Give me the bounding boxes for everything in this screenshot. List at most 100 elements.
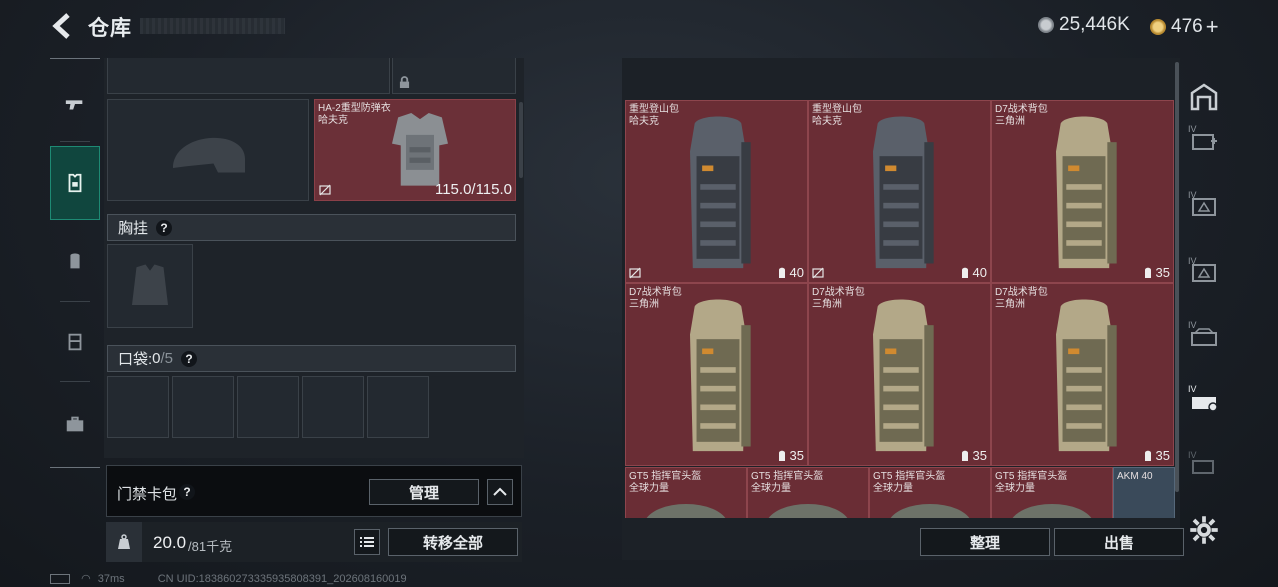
container-tier-4[interactable]: IV [1186, 316, 1222, 356]
tab-rig[interactable] [50, 312, 100, 372]
armor-info: HA-2重型防弹衣 哈夫克 [318, 103, 391, 127]
item-name: AKM 40 [1117, 471, 1153, 482]
armor-slot[interactable]: HA-2重型防弹衣 哈夫克 115.0/115.0 [314, 99, 516, 201]
settings-button[interactable] [1186, 510, 1222, 550]
stash-weapon-item[interactable]: AKM 40 [1113, 467, 1175, 518]
collapse-button[interactable] [487, 479, 513, 505]
capacity-indicator: 35 [960, 448, 987, 463]
backpack-image [873, 116, 934, 269]
silver-amount: 25,446K [1059, 14, 1130, 35]
list-view-button[interactable] [354, 529, 380, 555]
capacity-value: 35 [972, 448, 987, 463]
stash-backpack-item[interactable]: 重型登山包 哈夫克 40 [625, 100, 808, 283]
backpack-capacity-icon [961, 450, 968, 461]
backpack-image [1056, 299, 1117, 452]
capacity-indicator: 35 [1143, 265, 1170, 280]
stash-scrollbar[interactable] [1175, 62, 1179, 492]
backpack-image [690, 299, 751, 452]
chest-rig-label: 胸挂 [118, 220, 149, 237]
capacity-indicator: 35 [777, 448, 804, 463]
stash-backpack-item[interactable]: D7战术背包 三角洲 35 [625, 283, 808, 466]
helmet-placeholder-icon [173, 137, 245, 173]
capacity-value: 40 [789, 265, 804, 280]
armor-maker: 哈夫克 [318, 115, 348, 126]
stash-grid: 重型登山包 哈夫克 40 重型登山包 哈夫克 40 D7战术背包 三角洲 35 D7战术背包 三角洲… [625, 100, 1175, 518]
capacity-value: 40 [972, 265, 987, 280]
locked-slot [392, 58, 516, 94]
item-info: D7战术背包 三角洲 [629, 287, 682, 311]
backpack-capacity-icon [778, 450, 785, 461]
container-tier-2[interactable]: IV [1186, 186, 1222, 226]
silver-coin-icon [1038, 17, 1054, 33]
left-tab-strip [50, 58, 100, 468]
transfer-all-button[interactable]: 转移全部 [388, 528, 518, 556]
item-info: D7战术背包 三角洲 [995, 104, 1048, 128]
help-icon[interactable]: ? [156, 219, 173, 236]
pockets-label: 口袋: [118, 351, 153, 368]
tab-case[interactable] [50, 394, 100, 454]
tier-label: IV [1188, 190, 1197, 200]
capacity-value: 35 [1155, 448, 1170, 463]
pocket-slot[interactable] [367, 376, 429, 438]
backpack-image [873, 299, 934, 452]
lock-icon [399, 76, 410, 88]
backpack-capacity-icon [1144, 267, 1151, 278]
pocket-slot[interactable] [237, 376, 299, 438]
pockets-header: 口袋: 0 /5 ? [107, 345, 516, 372]
helmet-image [891, 504, 969, 518]
item-maker: 哈夫克 [629, 116, 659, 127]
equip-slot-top[interactable] [107, 58, 390, 94]
item-info: D7战术背包 三角洲 [812, 287, 865, 311]
helmet-slot[interactable] [107, 99, 309, 201]
gold-amount: 476 [1171, 16, 1203, 37]
item-name: GT5 指挥官头盔 [629, 471, 702, 482]
sell-button[interactable]: 出售 [1054, 528, 1184, 556]
pocket-slot[interactable] [107, 376, 169, 438]
capacity-value: 35 [789, 448, 804, 463]
equipment-panel: HA-2重型防弹衣 哈夫克 115.0/115.0 胸挂 ? 口袋: 0 /5 … [104, 58, 524, 458]
container-tier-3[interactable]: IV [1186, 252, 1222, 292]
stash-home-button[interactable] [1186, 76, 1222, 116]
stash-backpack-item[interactable]: D7战术背包 三角洲 35 [991, 283, 1174, 466]
stash-helmet-item[interactable]: GT5 指挥官头盔 全球力量 [625, 467, 747, 518]
item-name: D7战术背包 [629, 287, 682, 298]
stash-helmet-item[interactable]: GT5 指挥官头盔 全球力量 [991, 467, 1113, 518]
helmet-image [647, 504, 725, 518]
tab-weapon[interactable] [50, 74, 100, 134]
help-icon[interactable]: ? [181, 350, 198, 367]
armor-durability: 115.0/115.0 [434, 181, 512, 198]
tier-label: IV [1188, 124, 1197, 134]
container-tier-5[interactable]: IV [1186, 380, 1222, 420]
item-name: 重型登山包 [629, 104, 679, 115]
tab-backpack[interactable] [50, 231, 100, 291]
stash-backpack-item[interactable]: D7战术背包 三角洲 35 [991, 100, 1174, 283]
item-name: GT5 指挥官头盔 [873, 471, 946, 482]
gold-currency[interactable]: 476 + [1150, 14, 1219, 40]
rig-icon [68, 333, 82, 351]
backpack-image [690, 116, 751, 269]
back-button[interactable] [50, 12, 76, 40]
no-insure-icon [319, 184, 331, 196]
help-icon[interactable]: ? [179, 484, 195, 500]
battery-icon [50, 574, 70, 585]
equipment-scrollbar[interactable] [519, 102, 523, 178]
pocket-slot[interactable] [302, 376, 364, 438]
tier-label: IV [1188, 450, 1197, 460]
stash-backpack-item[interactable]: 重型登山包 哈夫克 40 [808, 100, 991, 283]
stash-backpack-item[interactable]: D7战术背包 三角洲 35 [808, 283, 991, 466]
chest-rig-slot[interactable] [107, 244, 193, 328]
container-tier-1[interactable]: IV [1186, 120, 1222, 160]
manage-button[interactable]: 管理 [369, 479, 479, 505]
weight-icon [118, 534, 130, 549]
sort-button[interactable]: 整理 [920, 528, 1050, 556]
pocket-slot[interactable] [172, 376, 234, 438]
stash-helmet-item[interactable]: GT5 指挥官头盔 全球力量 [869, 467, 991, 518]
stash-helmet-item[interactable]: GT5 指挥官头盔 全球力量 [747, 467, 869, 518]
item-maker: 三角洲 [995, 299, 1025, 310]
tab-equipment[interactable] [50, 146, 100, 220]
capacity-value: 35 [1155, 265, 1170, 280]
add-currency-icon[interactable]: + [1206, 14, 1219, 40]
capacity-indicator: 35 [1143, 448, 1170, 463]
armor-vest-icon [68, 173, 82, 193]
container-tier-6[interactable]: IV [1186, 446, 1222, 486]
